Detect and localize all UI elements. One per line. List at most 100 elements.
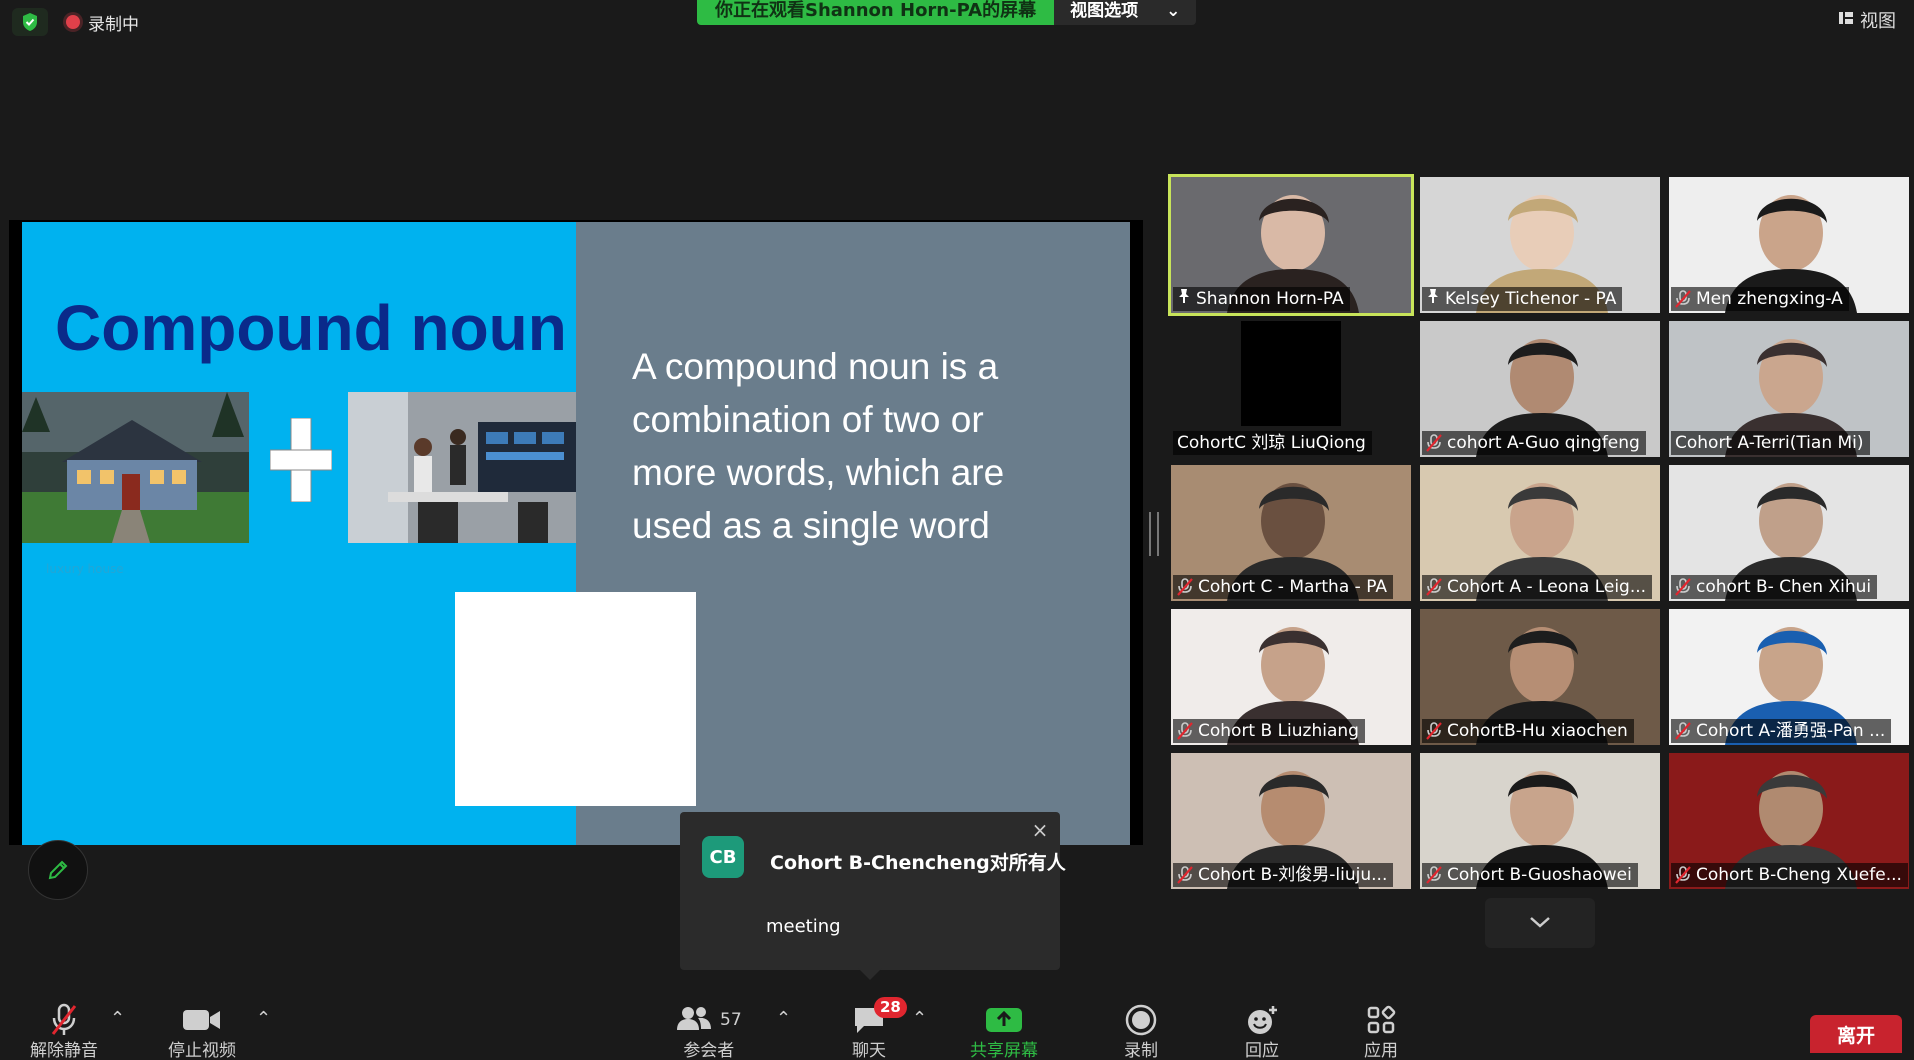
mic-muted-icon xyxy=(1177,722,1193,740)
gallery-next-page-button[interactable] xyxy=(1485,898,1595,948)
mic-muted-icon xyxy=(1675,866,1691,884)
stop-video-button[interactable]: 停止视频 xyxy=(168,1000,236,1060)
chat-sender: Cohort B-Chencheng对所有人 xyxy=(770,852,1066,874)
chat-options-caret-icon[interactable]: ⌃ xyxy=(912,1008,927,1029)
security-shield-icon[interactable] xyxy=(12,8,48,36)
participant-name-tag: Kelsey Tichenor - PA xyxy=(1422,287,1623,311)
participant-tile[interactable]: Cohort C - Martha - PA xyxy=(1171,465,1411,601)
image-caption: luxury house xyxy=(46,562,124,576)
reactions-button[interactable]: 回应 xyxy=(1245,1000,1279,1060)
participant-name-tag: CohortC 刘琼 LiuQiong xyxy=(1173,431,1372,455)
view-options-button[interactable]: 视图选项 ⌄ xyxy=(1054,0,1197,25)
chat-notification[interactable]: CB Cohort B-Chencheng对所有人 meeting × xyxy=(680,812,1066,970)
leave-button[interactable]: 离开 xyxy=(1810,1015,1902,1053)
participant-tile[interactable]: Cohort B-Guoshaowei xyxy=(1420,753,1660,889)
participant-name: Cohort C - Martha - PA xyxy=(1198,577,1387,597)
participants-options-caret-icon[interactable]: ⌃ xyxy=(776,1008,791,1029)
avatar: CB xyxy=(702,836,744,878)
participant-tile[interactable]: Cohort A-Terri(Tian Mi) xyxy=(1669,321,1909,457)
participant-name-tag: Cohort A-Terri(Tian Mi) xyxy=(1671,431,1870,455)
participant-name: Cohort A-潘勇强-Pan ... xyxy=(1696,721,1886,741)
participant-name: Cohort B Liuzhiang xyxy=(1198,721,1359,741)
mic-muted-icon xyxy=(1675,722,1691,740)
mic-muted-icon xyxy=(1426,722,1442,740)
chat-message: meeting xyxy=(766,916,841,937)
participant-tile[interactable]: cohort A-Guo qingfeng xyxy=(1420,321,1660,457)
participant-tile[interactable]: Shannon Horn-PA xyxy=(1168,174,1414,316)
participant-name-tag: Cohort B Liuzhiang xyxy=(1173,719,1365,743)
participant-name-tag: Cohort B-Guoshaowei xyxy=(1422,863,1638,887)
slide-body-text: A compound noun is a combination of two … xyxy=(632,346,1005,546)
pin-icon[interactable] xyxy=(1426,287,1440,311)
reactions-label: 回应 xyxy=(1245,1041,1279,1060)
participant-name-tag: Shannon Horn-PA xyxy=(1173,287,1350,311)
participant-tile[interactable]: Cohort A - Leona Leig... xyxy=(1420,465,1660,601)
slide-title: Compound noun xyxy=(55,292,567,364)
chat-unread-badge: 28 xyxy=(874,997,907,1018)
view-button[interactable]: 视图 xyxy=(1838,6,1896,34)
participant-name: cohort B- Chen Xihui xyxy=(1696,577,1872,597)
plus-symbol xyxy=(269,417,333,503)
participant-tile[interactable]: CohortC 刘琼 LiuQiong xyxy=(1171,321,1411,457)
share-screen-label: 共享屏幕 xyxy=(970,1041,1038,1060)
participant-tile[interactable]: Cohort B Liuzhiang xyxy=(1171,609,1411,745)
participants-count: 57 xyxy=(720,1010,742,1030)
splitter-handle[interactable] xyxy=(1149,512,1159,556)
participants-label: 参会者 xyxy=(683,1041,735,1060)
participant-name: CohortC 刘琼 LiuQiong xyxy=(1177,433,1366,453)
video-options-caret-icon[interactable]: ⌃ xyxy=(256,1008,271,1029)
participant-name-tag: Cohort C - Martha - PA xyxy=(1173,575,1393,599)
chevron-down-icon: ⌄ xyxy=(1166,1,1181,21)
house-image xyxy=(22,392,249,543)
mic-muted-icon xyxy=(1426,434,1442,452)
unmute-label: 解除静音 xyxy=(30,1041,98,1060)
video-camera-icon xyxy=(182,1000,222,1040)
participant-name-tag: cohort B- Chen Xihui xyxy=(1671,575,1878,599)
mic-muted-icon xyxy=(49,1000,79,1040)
participant-name-tag: Cohort B-Cheng Xuefe... xyxy=(1671,863,1908,887)
participant-tile[interactable]: Cohort B-刘俊男-liuju... xyxy=(1171,753,1411,889)
office-image xyxy=(348,392,576,543)
participant-name: cohort A-Guo qingfeng xyxy=(1447,433,1640,453)
unmute-button[interactable]: 解除静音 xyxy=(30,1000,98,1060)
close-icon[interactable]: × xyxy=(1028,818,1052,842)
participants-icon xyxy=(676,1005,712,1036)
pin-icon[interactable] xyxy=(1177,287,1191,311)
participant-name-tag: CohortB-Hu xiaochen xyxy=(1422,719,1634,743)
participant-tile[interactable]: Kelsey Tichenor - PA xyxy=(1420,177,1660,313)
record-icon xyxy=(1125,1000,1157,1040)
chevron-down-icon xyxy=(1528,914,1552,933)
participant-name-tag: Men zhengxing-A xyxy=(1671,287,1849,311)
participants-button[interactable]: 57 参会者 xyxy=(676,1000,742,1060)
participant-name-tag: Cohort A - Leona Leig... xyxy=(1422,575,1653,599)
participant-tile[interactable]: Men zhengxing-A xyxy=(1669,177,1909,313)
participant-tile[interactable]: Cohort B-Cheng Xuefe... xyxy=(1669,753,1909,889)
participant-tile[interactable]: CohortB-Hu xiaochen xyxy=(1420,609,1660,745)
mic-muted-icon xyxy=(1177,578,1193,596)
participant-name: Cohort A-Terri(Tian Mi) xyxy=(1675,433,1864,453)
slide-white-box xyxy=(455,592,696,806)
participant-tile[interactable]: cohort B- Chen Xihui xyxy=(1669,465,1909,601)
participant-name-tag: cohort A-Guo qingfeng xyxy=(1422,431,1646,455)
participant-name: Men zhengxing-A xyxy=(1696,289,1843,309)
recording-indicator[interactable]: 录制中 xyxy=(66,10,139,35)
participant-name: Cohort B-刘俊男-liuju... xyxy=(1198,865,1388,885)
participant-name: CohortB-Hu xiaochen xyxy=(1447,721,1628,741)
share-screen-icon xyxy=(985,1000,1023,1040)
emoji-add-icon xyxy=(1245,1000,1279,1040)
participant-name: Kelsey Tichenor - PA xyxy=(1445,289,1617,309)
record-label: 录制 xyxy=(1124,1041,1158,1060)
participant-tile[interactable]: Cohort A-潘勇强-Pan ... xyxy=(1669,609,1909,745)
apps-button[interactable]: 应用 xyxy=(1364,1000,1398,1060)
audio-options-caret-icon[interactable]: ⌃ xyxy=(110,1008,125,1029)
chat-label: 聊天 xyxy=(852,1041,886,1060)
recording-dot-icon xyxy=(66,15,80,29)
annotate-pencil-icon[interactable] xyxy=(28,840,88,900)
share-screen-button[interactable]: 共享屏幕 xyxy=(970,1000,1038,1060)
participant-name: Cohort B-Cheng Xuefe... xyxy=(1696,865,1902,885)
record-button[interactable]: 录制 xyxy=(1124,1000,1158,1060)
participant-name: Shannon Horn-PA xyxy=(1196,289,1344,309)
grid-view-icon xyxy=(1838,10,1854,31)
screen-share-banner: 你正在观看Shannon Horn-PA的屏幕 视图选项 ⌄ xyxy=(697,0,1197,25)
view-label: 视图 xyxy=(1860,11,1896,32)
